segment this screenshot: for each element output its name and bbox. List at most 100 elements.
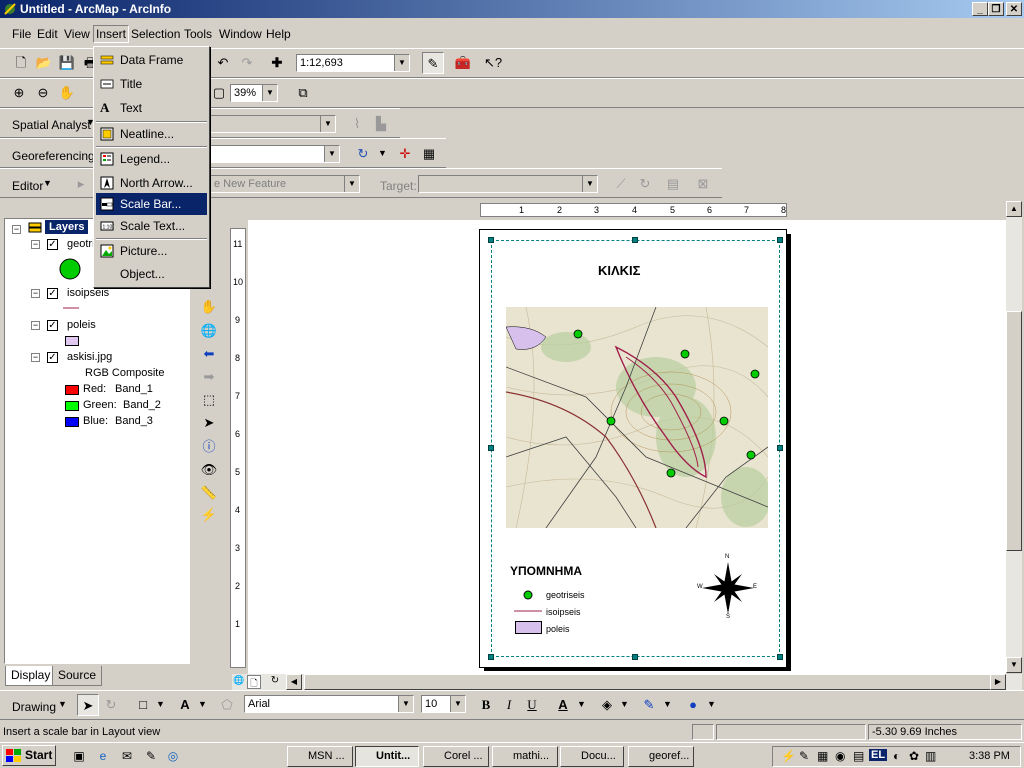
redo-icon[interactable]: ↷ <box>236 52 258 74</box>
menu-item-legend[interactable]: Legend... <box>96 148 207 170</box>
zoom-whole-page-icon[interactable]: ▢ <box>208 82 230 104</box>
chevron-down-icon[interactable]: ▼ <box>320 116 335 132</box>
start-button[interactable]: Start <box>2 745 56 766</box>
editor-toolbar-icon[interactable]: ✎ <box>422 52 444 74</box>
text-tool-icon[interactable]: A <box>174 694 196 716</box>
map-frame[interactable] <box>506 307 768 528</box>
georeferencing-menu[interactable]: Georeferencing <box>12 149 95 163</box>
scale-combo[interactable]: 1:12,693 ▼ <box>296 54 410 72</box>
editor-menu[interactable]: Editor <box>12 179 43 193</box>
zoom-percent-combo[interactable]: 39% ▼ <box>230 84 278 102</box>
bold-button[interactable]: B <box>475 694 497 716</box>
collapse-icon[interactable]: − <box>31 321 40 330</box>
edit-vertices-icon[interactable]: ⬠ <box>216 694 238 716</box>
menu-insert[interactable]: Insert <box>93 25 130 43</box>
pan-hand-icon[interactable]: ✋ <box>198 296 220 318</box>
toggle-draft-mode-icon[interactable]: ⧉ <box>292 82 314 104</box>
undo-icon[interactable]: ↶ <box>212 52 234 74</box>
data-view-icon[interactable]: 🌐 <box>232 675 246 689</box>
save-icon[interactable]: 💾 <box>56 52 78 74</box>
chevron-down-icon[interactable]: ▼ <box>394 55 409 71</box>
map-title[interactable]: ΚΙΛΚΙΣ <box>598 263 640 278</box>
minimize-button[interactable]: _ <box>972 2 988 16</box>
add-data-icon[interactable]: ✚ <box>266 52 288 74</box>
chevron-down-icon[interactable]: ▼ <box>663 699 672 709</box>
scroll-down-icon[interactable]: ▼ <box>1006 657 1022 673</box>
collapse-icon[interactable]: − <box>31 240 40 249</box>
tray-icon[interactable]: ✿ <box>909 749 919 763</box>
select-elements-icon[interactable]: ➤ <box>77 694 99 716</box>
add-control-points-icon[interactable]: ✛ <box>394 143 416 165</box>
rectangle-icon[interactable]: □ <box>132 694 154 716</box>
tray-icon[interactable]: ⚡ <box>781 749 796 763</box>
sketch-properties-icon[interactable]: ⊠ <box>692 173 714 195</box>
zoom-in-icon[interactable]: ⊕ <box>8 82 30 104</box>
italic-button[interactable]: I <box>498 694 520 716</box>
chevron-down-icon[interactable]: ▼ <box>582 176 597 192</box>
chevron-down-icon[interactable]: ▼ <box>344 176 359 192</box>
task-corel[interactable]: Corel ... <box>423 746 489 767</box>
chevron-down-icon[interactable]: ▼ <box>262 85 277 101</box>
chart-icon[interactable]: ▙ <box>370 113 392 135</box>
fill-color-icon[interactable]: ◈ <box>596 694 618 716</box>
quick-launch-icon[interactable]: ✉ <box>116 745 138 767</box>
layer-visibility-checkbox[interactable]: ✓ <box>47 239 58 250</box>
chevron-down-icon[interactable]: ▼ <box>450 696 465 712</box>
resize-handle[interactable] <box>632 654 638 660</box>
menu-item-data-frame[interactable]: Data Frame <box>96 49 207 71</box>
layer-geotri[interactable]: geotri <box>67 238 95 250</box>
layer-askisi[interactable]: askisi.jpg <box>67 351 112 363</box>
scroll-thumb[interactable] <box>304 674 992 690</box>
menu-item-title[interactable]: Title <box>96 73 207 95</box>
open-folder-icon[interactable]: 📂 <box>33 52 55 74</box>
underline-button[interactable]: U <box>521 694 543 716</box>
menu-item-neatline[interactable]: Neatline... <box>96 123 207 145</box>
collapse-icon[interactable]: − <box>12 225 21 234</box>
menu-help[interactable]: Help <box>266 27 291 41</box>
resize-handle[interactable] <box>488 654 494 660</box>
scroll-thumb[interactable] <box>1006 311 1022 551</box>
layer-isoipseis[interactable]: isoipseis <box>67 287 109 299</box>
spatial-analyst-layer-combo[interactable]: ▼ <box>210 115 336 133</box>
full-extent-globe-icon[interactable]: 🌐 <box>198 320 220 342</box>
resize-handle[interactable] <box>777 445 783 451</box>
menu-selection[interactable]: Selection <box>131 27 180 41</box>
menu-tools[interactable]: Tools <box>184 27 212 41</box>
tab-display[interactable]: Display <box>5 666 57 686</box>
font-combo[interactable]: Arial ▼ <box>244 695 414 713</box>
menu-edit[interactable]: Edit <box>37 27 58 41</box>
legend-title[interactable]: ΥΠΟΜΝΗΜΑ <box>510 564 582 578</box>
histogram-icon[interactable]: ⌇ <box>346 113 368 135</box>
rotate-icon[interactable]: ↻ <box>100 694 122 716</box>
layer-visibility-checkbox[interactable]: ✓ <box>47 320 58 331</box>
chevron-down-icon[interactable]: ▼ <box>707 699 716 709</box>
tray-icon[interactable]: ✎ <box>799 749 809 763</box>
spatial-analyst-menu[interactable]: Spatial Analyst <box>12 118 91 132</box>
menu-item-scale-bar[interactable]: Scale Bar... <box>96 193 207 215</box>
forward-arrow-icon[interactable]: ➡ <box>198 366 220 388</box>
tray-icon[interactable]: ▥ <box>925 749 936 763</box>
menu-item-north-arrow[interactable]: North Arrow... <box>96 172 207 194</box>
font-color-icon[interactable]: A <box>552 694 574 716</box>
resize-handle[interactable] <box>488 445 494 451</box>
line-color-icon[interactable]: ✎ <box>638 694 660 716</box>
tray-icon[interactable]: ◐ <box>893 749 900 763</box>
select-elements-icon[interactable]: ➤ <box>198 412 220 434</box>
new-document-icon[interactable]: 🗋 <box>10 52 32 74</box>
tray-icon[interactable]: ▤ <box>853 749 864 763</box>
split-tool-icon[interactable]: ⟋ <box>610 173 632 195</box>
chevron-down-icon[interactable]: ▼ <box>324 146 339 162</box>
scroll-right-icon[interactable]: ▶ <box>990 674 1006 690</box>
task-mathi[interactable]: mathi... <box>492 746 558 767</box>
back-arrow-icon[interactable]: ⬅ <box>198 343 220 365</box>
maximize-button[interactable]: ❐ <box>988 2 1004 16</box>
language-indicator[interactable]: EL <box>869 749 888 761</box>
data-frame-layers[interactable]: Layers <box>45 220 89 234</box>
select-features-icon[interactable]: ⬚ <box>198 389 220 411</box>
attributes-icon[interactable]: ▤ <box>662 173 684 195</box>
zoom-out-icon[interactable]: ⊖ <box>32 82 54 104</box>
scroll-left-icon[interactable]: ◀ <box>286 674 302 690</box>
layer-poleis[interactable]: poleis <box>67 319 96 331</box>
chevron-down-icon[interactable]: ▼ <box>577 699 586 709</box>
show-desktop-icon[interactable]: ▣ <box>68 745 90 767</box>
